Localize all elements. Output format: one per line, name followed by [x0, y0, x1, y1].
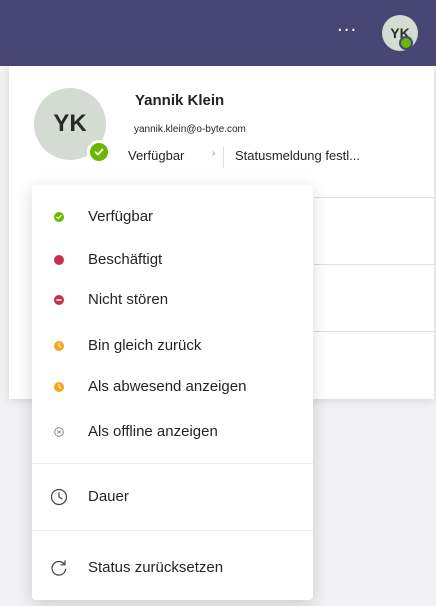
- status-selector[interactable]: Verfügbar: [128, 148, 184, 163]
- menu-item-label: Als abwesend anzeigen: [88, 378, 247, 395]
- status-dropdown-menu: Verfügbar Beschäftigt Nicht stören Bin g…: [32, 185, 313, 600]
- checkmark-icon: [94, 148, 104, 156]
- card-divider: [314, 197, 434, 198]
- away-clock-icon: [52, 380, 66, 394]
- top-bar: ··· YK: [0, 0, 436, 66]
- card-divider: [314, 264, 434, 265]
- chevron-right-icon: ›: [212, 148, 216, 159]
- available-status-badge: [87, 140, 111, 164]
- menu-item-available[interactable]: Verfügbar: [32, 197, 313, 237]
- status-divider: [223, 146, 224, 168]
- menu-item-appear-offline[interactable]: Als offline anzeigen: [32, 412, 313, 452]
- menu-item-do-not-disturb[interactable]: Nicht stören: [32, 280, 313, 320]
- card-divider: [314, 331, 434, 332]
- menu-item-busy[interactable]: Beschäftigt: [32, 240, 313, 280]
- refresh-icon: [50, 559, 68, 577]
- busy-dot-icon: [52, 253, 66, 267]
- more-options-button[interactable]: ···: [337, 21, 357, 41]
- offline-circle-icon: [52, 425, 66, 439]
- do-not-disturb-icon: [52, 293, 66, 307]
- be-right-back-clock-icon: [52, 339, 66, 353]
- menu-item-duration[interactable]: Dauer: [32, 477, 313, 517]
- clock-icon: [50, 488, 68, 506]
- menu-item-label: Beschäftigt: [88, 251, 163, 268]
- set-status-message-button[interactable]: Statusmeldung festl...: [235, 148, 360, 163]
- menu-item-label: Nicht stören: [88, 291, 169, 308]
- menu-item-label: Status zurücksetzen: [88, 559, 224, 576]
- menu-item-label: Verfügbar: [88, 208, 154, 225]
- available-check-icon: [52, 210, 66, 224]
- menu-divider: [32, 530, 313, 531]
- menu-divider: [32, 463, 313, 464]
- available-status-badge: [399, 36, 413, 50]
- menu-item-reset-status[interactable]: Status zurücksetzen: [32, 548, 313, 588]
- user-email: yannik.klein@o-byte.com: [134, 124, 246, 135]
- menu-item-label: Bin gleich zurück: [88, 337, 202, 354]
- user-name: Yannik Klein: [135, 92, 225, 109]
- menu-item-label: Als offline anzeigen: [88, 423, 218, 440]
- menu-item-label: Dauer: [88, 488, 129, 505]
- menu-item-appear-away[interactable]: Als abwesend anzeigen: [32, 367, 313, 407]
- menu-item-be-right-back[interactable]: Bin gleich zurück: [32, 326, 313, 366]
